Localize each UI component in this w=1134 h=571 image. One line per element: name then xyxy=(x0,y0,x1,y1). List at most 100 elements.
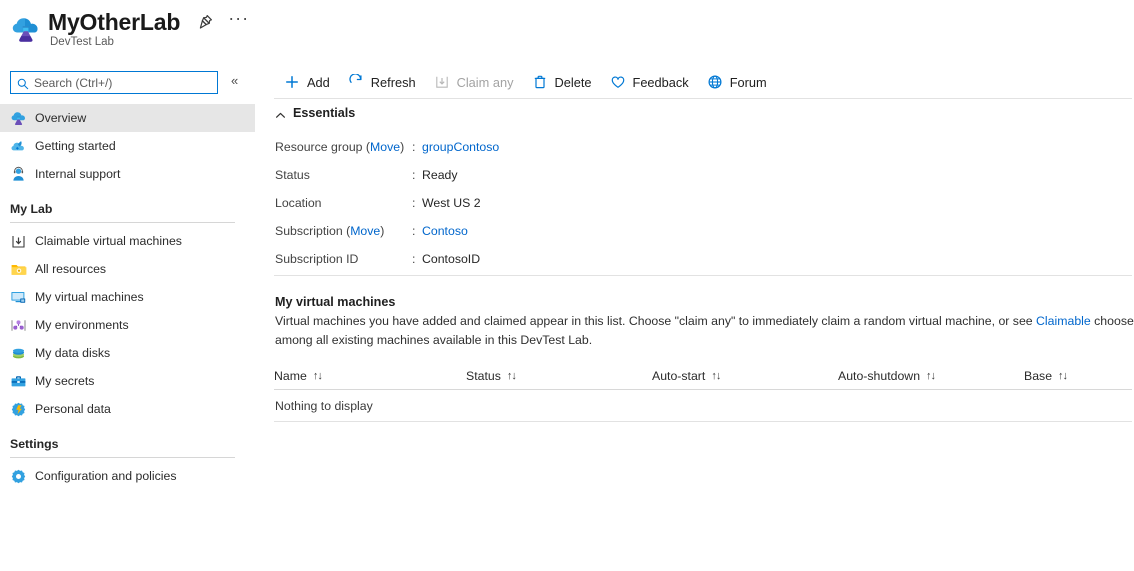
virtual-machines-table: Name ↑↓ Status ↑↓ Auto-start ↑↓ Auto-shu… xyxy=(274,362,1132,422)
more-options-button[interactable]: ··· xyxy=(228,9,249,31)
essentials-key: Resource group (Move) xyxy=(275,140,405,154)
sidebar-navigation: Overview Getting started Internal suppor… xyxy=(0,104,270,490)
column-header-auto-start[interactable]: Auto-start ↑↓ xyxy=(652,369,838,383)
briefcase-icon xyxy=(10,373,27,390)
support-person-icon xyxy=(10,166,27,183)
heart-icon xyxy=(610,74,626,90)
sidebar-item-personal-data[interactable]: Personal data xyxy=(0,395,255,423)
sidebar-item-configuration-and-policies[interactable]: Configuration and policies xyxy=(0,462,255,490)
sidebar-item-getting-started[interactable]: Getting started xyxy=(0,132,255,160)
sidebar-section-title: My Lab xyxy=(10,202,53,216)
sidebar-item-my-secrets[interactable]: My secrets xyxy=(0,367,255,395)
refresh-icon xyxy=(348,73,364,90)
column-header-label: Base xyxy=(1024,368,1053,383)
essentials-section-header[interactable]: Essentials xyxy=(275,106,355,120)
essentials-row-location: Location : West US 2 xyxy=(275,189,499,217)
essentials-row-subscription: Subscription (Move) : Contoso xyxy=(275,217,499,245)
rocket-cloud-icon xyxy=(10,138,27,155)
sidebar-item-claimable-virtual-machines[interactable]: Claimable virtual machines xyxy=(0,227,255,255)
sidebar-item-label: Overview xyxy=(35,111,87,125)
essentials-key: Subscription (Move) xyxy=(275,224,385,238)
gear-icon xyxy=(10,468,27,485)
column-header-auto-shutdown[interactable]: Auto-shutdown ↑↓ xyxy=(838,369,1024,383)
resource-group-value-link[interactable]: groupContoso xyxy=(422,140,499,154)
add-button[interactable]: Add xyxy=(275,68,339,96)
essentials-row-subscription-id: Subscription ID : ContosoID xyxy=(275,245,499,273)
forum-button[interactable]: Forum xyxy=(698,68,776,96)
data-disks-icon xyxy=(10,345,27,362)
move-subscription-link[interactable]: Move xyxy=(350,224,380,238)
claim-any-button: Claim any xyxy=(425,68,523,96)
sidebar-item-label: My virtual machines xyxy=(35,290,144,304)
column-header-label: Status xyxy=(466,368,501,383)
chevron-up-icon xyxy=(275,108,286,119)
sidebar-item-all-resources[interactable]: All resources xyxy=(0,255,255,283)
sidebar-item-label: Configuration and policies xyxy=(35,469,177,483)
claim-any-button-label: Claim any xyxy=(456,74,514,90)
trash-icon xyxy=(532,74,548,90)
sort-arrows-icon: ↑↓ xyxy=(1058,369,1068,382)
sort-arrows-icon: ↑↓ xyxy=(312,369,323,382)
column-header-label: Auto-shutdown xyxy=(838,368,921,383)
column-header-status[interactable]: Status ↑↓ xyxy=(466,369,652,383)
search-icon xyxy=(17,77,29,89)
colon-separator: : xyxy=(412,168,416,182)
sort-arrows-icon: ↑↓ xyxy=(711,369,721,382)
main-content: Add Refresh Claim any Delete Feedback Fo… xyxy=(270,0,1134,571)
sidebar-section-title: Settings xyxy=(10,437,59,451)
search-input[interactable] xyxy=(34,75,204,90)
move-resource-group-link[interactable]: Move xyxy=(370,140,400,154)
column-header-label: Name xyxy=(274,368,307,383)
sidebar-item-label: Getting started xyxy=(35,139,116,153)
command-toolbar: Add Refresh Claim any Delete Feedback Fo… xyxy=(275,68,776,96)
feedback-button[interactable]: Feedback xyxy=(601,68,698,96)
colon-separator: : xyxy=(412,252,416,266)
my-virtual-machines-description: Virtual machines you have added and clai… xyxy=(275,312,1134,350)
essentials-row-resource-group: Resource group (Move) : groupContoso xyxy=(275,133,499,161)
page-header: MyOtherLab ··· DevTest Lab xyxy=(0,0,270,60)
sidebar-item-my-environments[interactable]: My environments xyxy=(0,311,255,339)
my-virtual-machines-title: My virtual machines xyxy=(275,295,396,309)
sidebar-item-label: My environments xyxy=(35,318,129,332)
delete-button[interactable]: Delete xyxy=(523,68,601,96)
subscription-value-link[interactable]: Contoso xyxy=(422,224,468,238)
devtest-lab-cloud-flask-icon xyxy=(10,14,42,46)
essentials-key: Status xyxy=(275,168,310,182)
column-header-name[interactable]: Name ↑↓ xyxy=(274,369,466,383)
page-title: MyOtherLab xyxy=(48,9,181,35)
sort-arrows-icon: ↑↓ xyxy=(506,369,517,382)
monitor-icon xyxy=(10,289,27,306)
forum-button-label: Forum xyxy=(729,74,767,90)
add-button-label: Add xyxy=(307,74,330,90)
colon-separator: : xyxy=(412,140,416,154)
sidebar-section-my-lab: My Lab xyxy=(0,202,235,223)
globe-icon xyxy=(707,74,723,90)
sidebar-item-my-virtual-machines[interactable]: My virtual machines xyxy=(0,283,255,311)
sidebar-item-overview[interactable]: Overview xyxy=(0,104,255,132)
table-header-row: Name ↑↓ Status ↑↓ Auto-start ↑↓ Auto-shu… xyxy=(274,362,1132,390)
plus-icon xyxy=(284,74,300,90)
claimable-link[interactable]: Claimable xyxy=(1036,314,1091,328)
page-subtitle: DevTest Lab xyxy=(50,36,114,48)
environments-icon xyxy=(10,317,27,334)
download-tray-icon xyxy=(10,233,27,250)
toolbar-divider xyxy=(274,98,1132,99)
cloud-flask-icon xyxy=(10,110,27,127)
colon-separator: : xyxy=(412,196,416,210)
location-value: West US 2 xyxy=(422,196,481,210)
folder-icon xyxy=(10,261,27,278)
refresh-button[interactable]: Refresh xyxy=(339,68,425,96)
pin-icon[interactable] xyxy=(196,13,214,31)
sidebar-item-my-data-disks[interactable]: My data disks xyxy=(0,339,255,367)
search-box[interactable] xyxy=(10,71,218,94)
delete-button-label: Delete xyxy=(554,74,592,90)
sidebar-item-internal-support[interactable]: Internal support xyxy=(0,160,255,188)
title-row: MyOtherLab ··· xyxy=(48,8,249,36)
essentials-key: Subscription ID xyxy=(275,252,359,266)
collapse-sidebar-button[interactable]: « xyxy=(231,74,238,88)
sidebar-item-label: My data disks xyxy=(35,346,111,360)
claim-download-icon xyxy=(434,74,450,90)
divider xyxy=(10,222,235,223)
column-header-base[interactable]: Base ↑↓ xyxy=(1024,369,1124,383)
essentials-properties: Resource group (Move) : groupContoso Sta… xyxy=(275,133,499,273)
